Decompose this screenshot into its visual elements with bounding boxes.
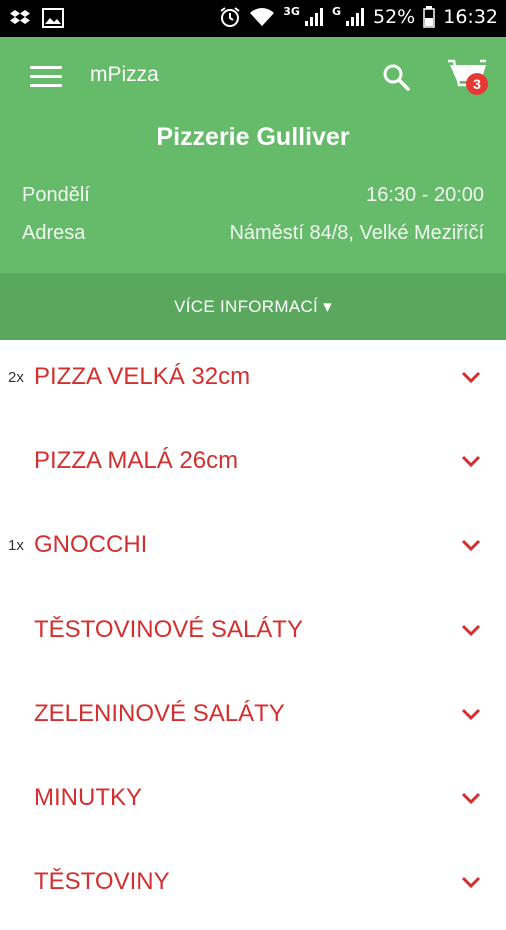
menu-category-item[interactable]: MINUTKY xyxy=(0,762,506,846)
cart-count-badge: 3 xyxy=(466,73,488,95)
app-bar: mPizza xyxy=(0,37,506,115)
chevron-down-icon xyxy=(461,539,481,552)
chevron-down-icon xyxy=(461,455,481,468)
category-quantity: 2x xyxy=(8,369,24,386)
category-label: TĚSTOVINOVÉ SALÁTY xyxy=(34,616,303,643)
category-label: PIZZA VELKÁ 32cm xyxy=(34,363,251,390)
chevron-down-icon xyxy=(461,708,481,721)
chevron-down-icon xyxy=(461,371,481,384)
menu-category-item[interactable]: 1x GNOCCHI xyxy=(0,509,506,593)
image-icon xyxy=(42,8,64,28)
battery-percent: 52% xyxy=(373,6,416,28)
address-label: Adresa xyxy=(22,222,86,244)
network-type-1: 3G xyxy=(283,4,300,18)
chevron-down-icon xyxy=(461,876,481,889)
menu-category-item[interactable]: TĚSTOVINOVÉ SALÁTY xyxy=(0,594,506,678)
category-label: GNOCCHI xyxy=(34,531,148,558)
search-icon[interactable] xyxy=(380,61,412,93)
alarm-icon xyxy=(220,7,240,27)
menu-category-item[interactable]: 2x PIZZA VELKÁ 32cm xyxy=(0,341,506,425)
day-label: Pondělí xyxy=(22,184,90,206)
category-label: PIZZA MALÁ 26cm xyxy=(34,447,239,474)
address-value: Náměstí 84/8, Velké Meziříčí xyxy=(229,222,484,244)
menu-category-item[interactable]: ZELENINOVÉ SALÁTY xyxy=(0,678,506,762)
clock: 16:32 xyxy=(443,6,498,28)
chevron-down-icon xyxy=(461,624,481,637)
restaurant-name: Pizzerie Gulliver xyxy=(156,123,350,151)
signal-icon xyxy=(304,8,323,26)
app-title: mPizza xyxy=(90,63,159,86)
wifi-icon xyxy=(250,8,275,26)
more-info-button[interactable]: VÍCE INFORMACÍ ▾ xyxy=(0,273,506,340)
chevron-down-icon xyxy=(461,792,481,805)
signal-icon-2 xyxy=(346,8,364,26)
menu-icon[interactable] xyxy=(30,66,62,88)
category-label: TĚSTOVINY xyxy=(34,868,170,895)
restaurant-header: Pizzerie Gulliver Pondělí 16:30 - 20:00 … xyxy=(0,115,506,273)
category-label: ZELENINOVÉ SALÁTY xyxy=(34,700,285,727)
network-type-2: G xyxy=(331,4,341,18)
dropbox-icon xyxy=(10,10,30,24)
category-quantity: 1x xyxy=(8,537,24,554)
opening-hours: 16:30 - 20:00 xyxy=(366,184,484,206)
battery-icon xyxy=(423,6,435,28)
status-bar: 3G G 52% 16:32 xyxy=(0,0,506,37)
category-label: MINUTKY xyxy=(34,784,142,811)
menu-category-item[interactable]: PIZZA MALÁ 26cm xyxy=(0,425,506,509)
menu-category-item[interactable]: TĚSTOVINY xyxy=(0,846,506,930)
